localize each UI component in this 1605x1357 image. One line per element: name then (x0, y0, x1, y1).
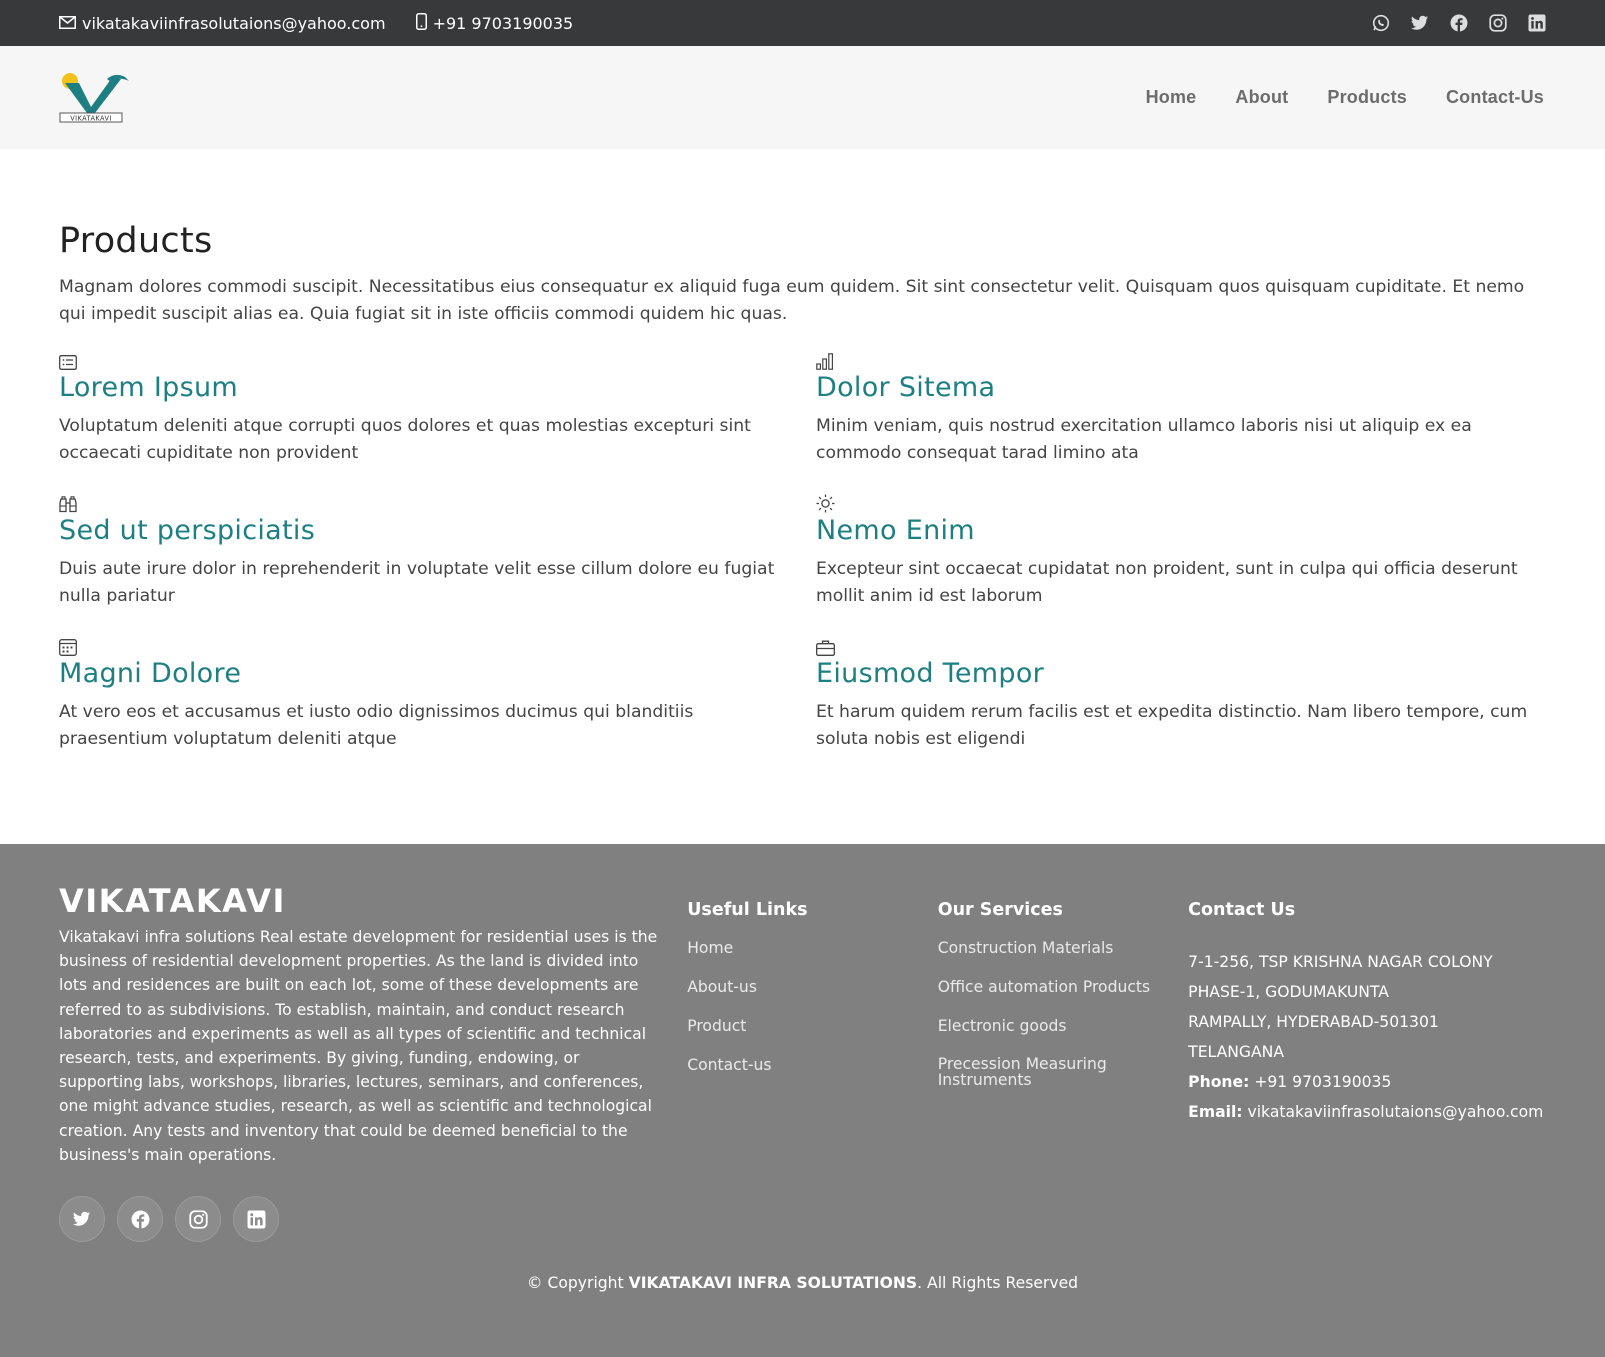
contact-phone[interactable]: Phone: +91 9703190035 (1188, 1067, 1546, 1097)
products-intro: Magnam dolores commodi suscipit. Necessi… (59, 277, 1525, 324)
top-email[interactable]: vikatakaviinfrasolutaions@yahoo.com (59, 14, 386, 33)
product-description: Duis aute irure dolor in reprehenderit i… (59, 559, 775, 606)
footer-socials (59, 1196, 687, 1243)
top-socials (1371, 14, 1546, 33)
service-link[interactable]: Construction Materials (938, 939, 1188, 958)
nav-products[interactable]: Products (1327, 87, 1407, 108)
service-link[interactable]: Office automation Products (938, 978, 1188, 997)
product-title: Lorem Ipsum (59, 372, 238, 403)
top-phone[interactable]: +91 9703190035 (415, 12, 574, 34)
product-title: Nemo Enim (816, 515, 975, 546)
copyright-suffix: . All Rights Reserved (917, 1274, 1079, 1292)
footer-brand: VIKATAKAVI (59, 882, 286, 920)
product-item: Dolor Sitema Minim veniam, quis nostrud … (816, 348, 1573, 491)
calendar-icon (59, 634, 816, 656)
twitter-icon[interactable] (59, 1196, 105, 1243)
binoculars-icon (59, 491, 816, 513)
linkedin-icon[interactable] (1527, 14, 1546, 33)
nav-contact-us[interactable]: Contact-Us (1446, 87, 1544, 108)
product-item: Sed ut perspiciatis Duis aute irure dolo… (59, 491, 816, 634)
envelope-icon (59, 14, 76, 33)
card-list-icon (59, 348, 816, 370)
header: VIKATAKAVI Home About Products Contact-U… (0, 46, 1605, 149)
footer-contact: Contact Us 7-1-256, TSP KRISHNA NAGAR CO… (1188, 884, 1546, 1242)
product-item: Eiusmod Tempor Et harum quidem rerum fac… (816, 634, 1573, 777)
footer-about-text: Vikatakavi infra solutions Real estate d… (59, 928, 658, 1164)
product-description: Voluptatum deleniti atque corrupti quos … (59, 416, 751, 463)
nav-about[interactable]: About (1235, 87, 1288, 108)
address-line: 7-1-256, TSP KRISHNA NAGAR COLONY (1188, 953, 1493, 971)
footer-services: Our Services Construction Materials Offi… (938, 884, 1188, 1242)
address-line: TELANGANA (1188, 1043, 1285, 1061)
bar-chart-icon (816, 348, 1573, 370)
product-title: Sed ut perspiciatis (59, 515, 316, 546)
whatsapp-icon[interactable] (1371, 14, 1390, 33)
copyright: © Copyright VIKATAKAVI INFRA SOLUTATIONS… (0, 1274, 1605, 1292)
product-description: Minim veniam, quis nostrud exercitation … (816, 416, 1472, 463)
footer-about: VIKATAKAVI Vikatakavi infra solutions Re… (59, 882, 687, 1243)
footer-link-home[interactable]: Home (687, 939, 937, 958)
phone-label: Phone: (1188, 1073, 1250, 1091)
main-nav: Home About Products Contact-Us (1146, 87, 1544, 108)
facebook-icon[interactable] (117, 1196, 163, 1243)
top-contact: vikatakaviinfrasolutaions@yahoo.com +91 … (59, 12, 574, 34)
product-description: Excepteur sint occaecat cupidatat non pr… (816, 559, 1518, 606)
svg-text:VIKATAKAVI: VIKATAKAVI (70, 114, 111, 122)
footer-link-contact[interactable]: Contact-us (687, 1056, 937, 1075)
product-title: Eiusmod Tempor (816, 658, 1045, 689)
contact-title: Contact Us (1188, 900, 1296, 920)
footer: VIKATAKAVI Vikatakavi infra solutions Re… (0, 844, 1605, 1357)
product-item: Magni Dolore At vero eos et accusamus et… (59, 634, 816, 777)
phone-value: +91 9703190035 (1254, 1073, 1392, 1091)
services-title: Our Services (937, 900, 1063, 920)
service-link-line: Precession Measuring (937, 1055, 1107, 1073)
service-link[interactable]: Electronic goods (938, 1017, 1188, 1036)
top-bar: vikatakaviinfrasolutaions@yahoo.com +91 … (0, 0, 1605, 46)
footer-link-about[interactable]: About-us (687, 978, 937, 997)
top-email-text: vikatakaviinfrasolutaions@yahoo.com (82, 13, 386, 33)
footer-link-product[interactable]: Product (687, 1017, 937, 1036)
twitter-icon[interactable] (1410, 14, 1429, 33)
instagram-icon[interactable] (175, 1196, 221, 1243)
email-label: Email: (1188, 1103, 1243, 1121)
page-title: Products (59, 221, 213, 261)
copyright-brand: VIKATAKAVI INFRA SOLUTATIONS (628, 1274, 918, 1292)
copyright-prefix: © Copyright (526, 1274, 624, 1292)
logo[interactable]: VIKATAKAVI (59, 72, 129, 123)
linkedin-icon[interactable] (233, 1196, 279, 1243)
footer-useful-links: Useful Links Home About-us Product Conta… (687, 884, 937, 1242)
briefcase-icon (816, 634, 1573, 656)
instagram-icon[interactable] (1488, 14, 1507, 33)
service-link[interactable]: Precession Measuring Instruments (938, 1056, 1188, 1088)
service-link-line: Instruments (937, 1071, 1032, 1089)
useful-links-title: Useful Links (687, 900, 808, 920)
product-title: Magni Dolore (59, 658, 242, 689)
products-grid: Lorem Ipsum Voluptatum deleniti atque co… (59, 348, 1546, 777)
products-section: Products Magnam dolores commodi suscipit… (0, 149, 1605, 844)
sun-icon (816, 491, 1573, 513)
facebook-icon[interactable] (1449, 14, 1468, 33)
product-description: Et harum quidem rerum facilis est et exp… (816, 702, 1528, 749)
address-line: RAMPALLY, HYDERABAD-501301 (1188, 1013, 1439, 1031)
address-line: PHASE-1, GODUMAKUNTA (1188, 983, 1389, 1001)
top-phone-text: +91 9703190035 (432, 13, 574, 33)
product-item: Nemo Enim Excepteur sint occaecat cupida… (816, 491, 1573, 634)
phone-icon (415, 12, 427, 34)
product-description: At vero eos et accusamus et iusto odio d… (59, 702, 694, 749)
product-item: Lorem Ipsum Voluptatum deleniti atque co… (59, 348, 816, 491)
contact-address: 7-1-256, TSP KRISHNA NAGAR COLONY PHASE-… (1188, 947, 1546, 1127)
nav-home[interactable]: Home (1146, 87, 1197, 108)
product-title: Dolor Sitema (816, 372, 996, 403)
email-value: vikatakaviinfrasolutaions@yahoo.com (1247, 1103, 1544, 1121)
contact-email[interactable]: Email: vikatakaviinfrasolutaions@yahoo.c… (1188, 1097, 1546, 1127)
